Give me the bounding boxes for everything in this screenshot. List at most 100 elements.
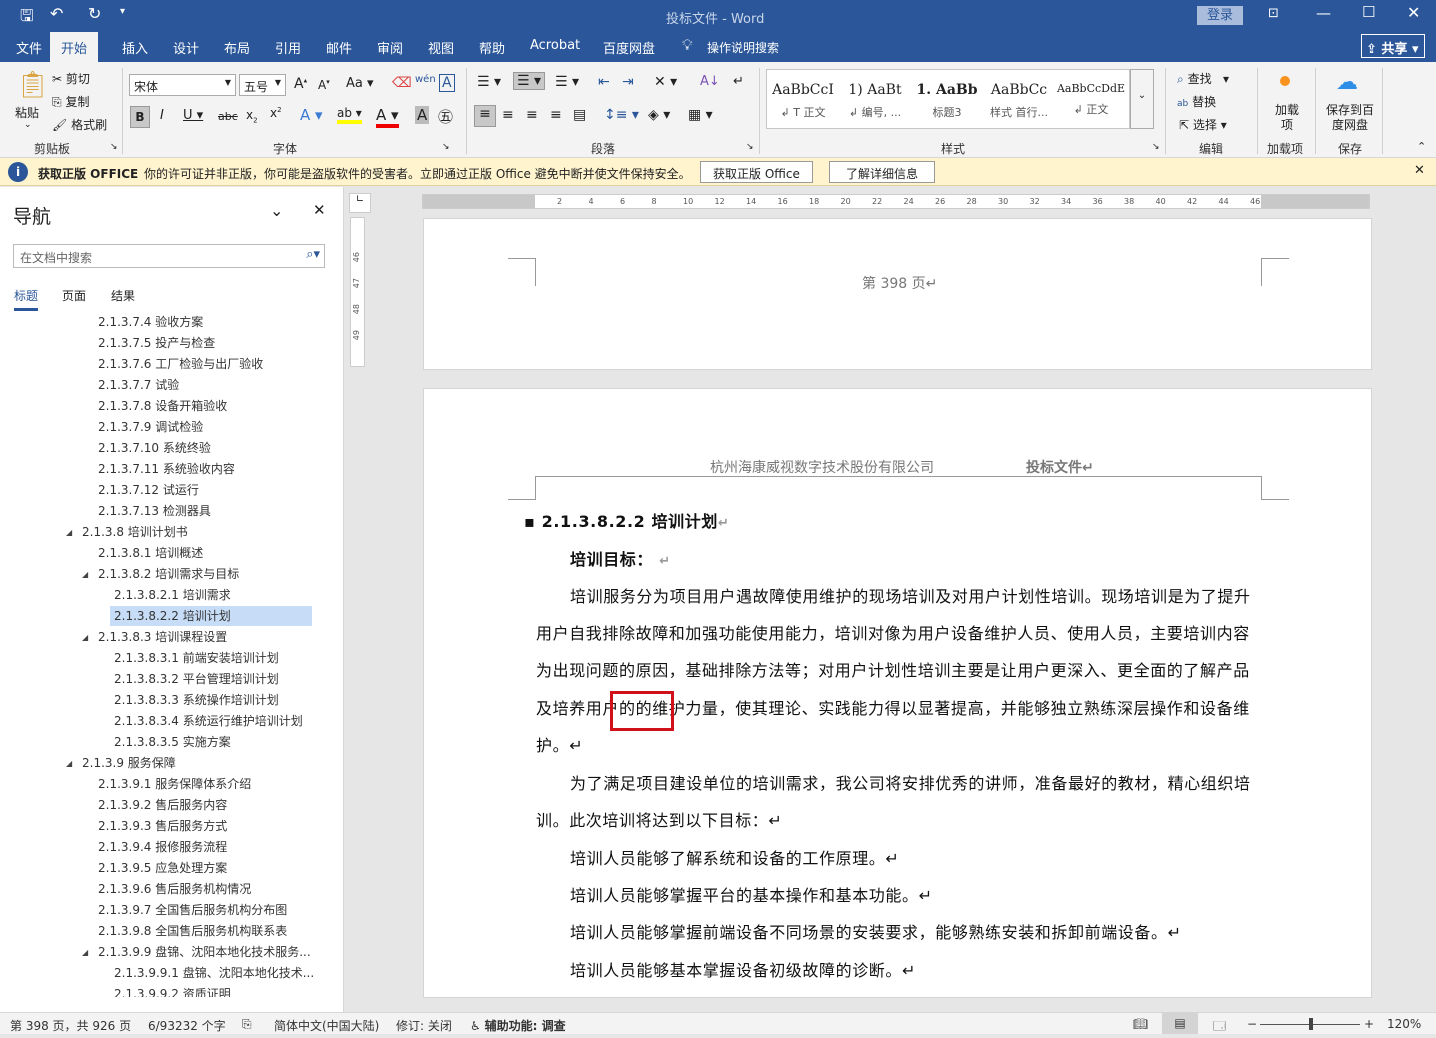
tell-me-search[interactable]: 操作说明搜索 [707,39,779,56]
scrollbar[interactable] [1381,187,1396,1012]
tab-3[interactable]: 设计 [173,38,199,57]
align-right-button[interactable]: ≡ [526,107,538,123]
nav-heading-item[interactable]: 2.1.3.9 服务保障 [82,753,176,773]
nav-options-icon[interactable]: ⌄ [270,201,283,220]
line-spacing-icon[interactable]: ↕≡ ▾ [604,107,639,123]
nav-heading-item[interactable]: 2.1.3.7.4 验收方案 [98,312,203,332]
nav-heading-item[interactable]: 2.1.3.9.4 报修服务流程 [98,837,227,857]
body-paragraph-line[interactable]: 培训人员能够掌握前端设备不同场景的安装要求，能够熟练安装和拆卸前端设备。↵ [570,919,1182,943]
customize-qat-icon[interactable]: ▾ [120,6,125,17]
expanded-triangle-icon[interactable]: ◢ [66,759,72,768]
body-paragraph-line[interactable]: 用户自我排除故障和加强功能使用能力，培训对像为用户设备维护人员、使用人员，主要培… [536,620,1250,644]
clear-format-icon[interactable]: ⌫ [392,75,412,91]
paste-dropdown-icon[interactable]: ⌄ [24,120,32,130]
shrink-font-icon[interactable]: A▾ [318,78,330,92]
accessibility-status[interactable]: ♿︎ 辅助功能: 调查 [470,1017,566,1034]
nav-search-input[interactable]: 在文档中搜索 ⌕▾ [13,244,325,268]
dialog-launcher-icon[interactable]: ↘ [110,142,118,152]
learn-more-button[interactable]: 了解详细信息 [829,161,936,183]
change-case-icon[interactable]: Aa ▾ [346,76,374,91]
nav-heading-item[interactable]: 2.1.3.8.2.1 培训需求 [114,585,231,605]
nav-heading-item[interactable]: 2.1.3.7.10 系统终验 [98,438,211,458]
body-paragraph-line[interactable]: 为出现问题的原因，基础排除方法等；对用户计划性培训主要是让用户更深入、更全面的了… [536,657,1250,681]
addins-button[interactable]: 加载项 [1273,103,1301,133]
nav-close-icon[interactable]: ✕ [313,201,326,219]
redo-icon[interactable]: ↻ [88,4,101,23]
page-count[interactable]: 第 398 页，共 926 页 [10,1017,131,1034]
align-center-button[interactable]: ≡ [502,107,514,123]
nav-heading-item[interactable]: 2.1.3.9.8 全国售后服务机构联系表 [98,921,287,941]
nav-heading-item[interactable]: 2.1.3.8.3.2 平台管理培训计划 [114,669,279,689]
expanded-triangle-icon[interactable]: ◢ [82,570,88,579]
nav-heading-item[interactable]: 2.1.3.9.1 服务保障体系介绍 [98,774,251,794]
nav-heading-item[interactable]: 2.1.3.7.6 工厂检验与出厂验收 [98,354,263,374]
style-item[interactable]: AaBbCc 样式 首行... [983,70,1055,128]
close-bar-icon[interactable]: ✕ [1414,163,1425,178]
expanded-triangle-icon[interactable]: ◢ [66,528,72,537]
nav-heading-item[interactable]: 2.1.3.9.2 售后服务内容 [98,795,227,815]
replace-button[interactable]: ab 替换 [1177,93,1216,110]
tab-11[interactable]: 百度网盘 [603,38,655,57]
nav-heading-item[interactable]: 2.1.3.7.12 试运行 [98,480,199,500]
decrease-indent-icon[interactable]: ⇤ [598,74,610,90]
save-to-baidu-button[interactable]: 保存到百度网盘 [1324,103,1376,133]
undo-icon[interactable]: ↶ [50,4,63,23]
zoom-in-button[interactable]: + [1364,1017,1374,1031]
proofing-icon[interactable]: ⎘ [242,1017,252,1032]
tab-6[interactable]: 邮件 [326,38,352,57]
highlight-icon[interactable]: ab ▾ [337,106,362,124]
nav-heading-item[interactable]: 2.1.3.9.9.1 盘锦、沈阳本地化技术... [114,963,314,983]
nav-heading-item[interactable]: 2.1.3.8.2.2 培训计划 [110,606,312,626]
tab-0[interactable]: 文件 [16,38,42,57]
sort-icon[interactable]: A↓ [700,74,720,89]
print-layout-icon[interactable]: ▤ [1162,1013,1198,1034]
heading-2-1-3-8-2-2[interactable]: ▪ 2.1.3.8.2.2 培训计划↵ [524,508,729,532]
grow-font-icon[interactable]: A▴ [294,76,307,92]
phonetic-guide-icon[interactable]: wén [415,74,436,85]
bullets-icon[interactable]: ☰ ▾ [477,74,501,90]
text-effects-icon[interactable]: A ▾ [300,106,323,124]
save-icon[interactable]: 🖫 [20,5,34,32]
zoom-slider-thumb[interactable] [1309,1018,1313,1030]
paste-icon[interactable]: 📋︎ [16,70,49,100]
zoom-level[interactable]: 120% [1387,1017,1421,1031]
share-button[interactable]: ⇪ 共享 ▾ [1361,34,1425,58]
nav-heading-item[interactable]: 2.1.3.8.3.3 系统操作培训计划 [114,690,279,710]
shading-icon[interactable]: ◈ ▾ [648,107,670,123]
paste-button[interactable]: 粘贴 [15,104,39,121]
read-mode-icon[interactable]: 📖︎ [1133,1017,1148,1031]
distributed-button[interactable]: ▤ [573,107,586,123]
font-name-select[interactable]: 宋体 ▼ [129,74,236,96]
tab-results[interactable]: 结果 [111,287,135,304]
tab-1[interactable]: 开始 [50,32,99,62]
get-genuine-button[interactable]: 获取正版 Office [700,161,813,183]
show-marks-icon[interactable]: ↵ [733,74,744,89]
nav-heading-item[interactable]: 2.1.3.9.3 售后服务方式 [98,816,227,836]
tab-10[interactable]: Acrobat [530,38,580,53]
tab-pages[interactable]: 页面 [62,287,86,304]
body-paragraph-line[interactable]: 培训人员能够掌握平台的基本操作和基本功能。↵ [570,882,933,906]
cut-button[interactable]: ✂ 剪切 [52,70,90,87]
enclose-char-icon[interactable]: ㊄ [438,106,453,127]
dialog-launcher-icon[interactable]: ↘ [442,142,450,152]
tab-8[interactable]: 视图 [428,38,454,57]
nav-heading-item[interactable]: 2.1.3.9.7 全国售后服务机构分布图 [98,900,287,920]
minimize-icon[interactable]: — [1316,4,1331,22]
tab-2[interactable]: 插入 [122,38,148,57]
nav-heading-item[interactable]: 2.1.3.9.9 盘锦、沈阳本地化技术服务... [98,942,311,962]
collapse-ribbon-icon[interactable]: ⌃ [1417,140,1426,153]
numbering-icon[interactable]: ☰ ▾ [513,72,546,90]
nav-heading-item[interactable]: 2.1.3.7.9 调试检验 [98,417,203,437]
body-paragraph-line[interactable]: 护。↵ [536,732,583,756]
subheading[interactable]: 培训目标： ↵ [570,546,671,570]
font-size-select[interactable]: 五号 ▼ [239,74,286,96]
bold-button[interactable]: B [130,106,150,128]
expanded-triangle-icon[interactable]: ◢ [82,948,88,957]
styles-more-button[interactable]: ⌄ [1130,69,1154,129]
format-painter-button[interactable]: 🖌︎ 格式刷 [52,116,107,133]
search-icon[interactable]: ⌕▾ [306,247,320,262]
asian-layout-icon[interactable]: ✕ ▾ [654,74,677,90]
expanded-triangle-icon[interactable]: ◢ [82,633,88,642]
dialog-launcher-icon[interactable]: ↘ [1152,142,1160,152]
zoom-out-button[interactable]: − [1247,1017,1257,1031]
